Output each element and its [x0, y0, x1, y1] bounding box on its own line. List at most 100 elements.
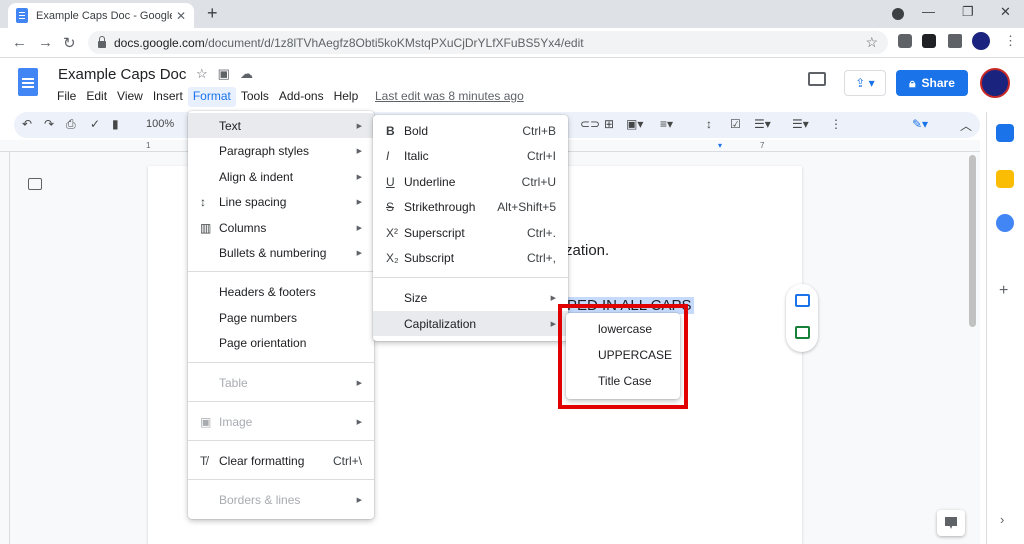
strikethrough-item[interactable]: S Strikethrough Alt+Shift+5 [373, 194, 568, 219]
format-page-orientation-item[interactable]: Page orientation [188, 330, 374, 355]
submenu-arrow-icon: ▶ [550, 294, 556, 302]
vertical-ruler[interactable] [0, 152, 10, 544]
extensions-puzzle-icon[interactable] [948, 34, 962, 48]
tab-close-icon[interactable]: ✕ [176, 9, 186, 23]
format-line-spacing-item[interactable]: ↕ Line spacing ▶ [188, 189, 374, 214]
document-title[interactable]: Example Caps Doc [58, 66, 186, 83]
submenu-arrow-icon: ▶ [550, 320, 556, 328]
browser-tab[interactable]: Example Caps Doc - Google Docs ✕ [8, 3, 194, 28]
calendar-icon[interactable] [996, 124, 1014, 142]
submenu-arrow-icon: ▶ [356, 198, 362, 206]
reload-button[interactable]: ↻ [63, 34, 76, 52]
docs-logo-icon[interactable] [18, 68, 38, 96]
underline-icon: U [386, 174, 395, 189]
subscript-item[interactable]: X₂ Subscript Ctrl+, [373, 245, 568, 270]
spellcheck-icon[interactable]: ✓ [90, 117, 100, 131]
indent-marker-icon[interactable]: ▾ [718, 141, 722, 150]
menu-help[interactable]: Help [329, 87, 364, 107]
checklist-icon[interactable]: ☑ [730, 117, 741, 131]
format-borders-lines-item: Borders & lines ▶ [219, 492, 362, 507]
paint-format-icon[interactable]: ▮ [112, 117, 119, 131]
comments-icon[interactable] [808, 72, 826, 86]
extension-icon[interactable] [898, 34, 912, 48]
last-edit-link[interactable]: Last edit was 8 minutes ago [375, 89, 524, 103]
format-bullets-item[interactable]: Bullets & numbering ▶ [188, 240, 374, 265]
menu-format[interactable]: Format [187, 87, 236, 107]
add-comment-icon[interactable] [795, 294, 810, 307]
present-icon: ⇪ ▾ [855, 76, 875, 90]
new-tab-button[interactable]: + [207, 3, 218, 24]
add-addon-icon[interactable]: + [999, 282, 1008, 300]
menu-tools[interactable]: Tools [236, 87, 274, 107]
bookmark-star-icon[interactable]: ☆ [865, 34, 878, 51]
ruler-mark: 7 [760, 141, 765, 150]
url-host: docs.google.com [114, 35, 205, 50]
menu-addons[interactable]: Add-ons [274, 87, 329, 107]
docs-favicon-icon [16, 8, 28, 23]
bulleted-list-icon[interactable]: ☰▾ [754, 117, 771, 131]
profile-indicator-icon[interactable] [892, 8, 904, 20]
star-icon[interactable]: ☆ [196, 66, 208, 82]
submenu-arrow-icon: ▶ [356, 418, 362, 426]
profile-avatar-icon[interactable] [972, 32, 990, 50]
size-item[interactable]: Size ▶ [373, 285, 568, 310]
shortcut-label: Ctrl+\ [332, 453, 362, 468]
link-icon[interactable]: ⊂⊃ [580, 117, 600, 131]
menu-edit[interactable]: Edit [81, 87, 112, 107]
format-clear-formatting-item[interactable]: T̸ Clear formatting Ctrl+\ [188, 448, 374, 473]
extension-icon[interactable] [922, 34, 936, 48]
superscript-item[interactable]: X² Superscript Ctrl+. [373, 220, 568, 245]
zoom-select[interactable]: 100% [146, 118, 174, 130]
account-avatar[interactable] [980, 68, 1010, 98]
url-path: /document/d/1z8lTVhAegfz8Obti5koKMstqPXu… [204, 35, 584, 50]
capitalization-item[interactable]: Capitalization ▶ [373, 311, 568, 336]
keep-icon[interactable] [996, 170, 1014, 188]
more-icon[interactable]: ⋮ [830, 117, 842, 131]
document-outline-icon[interactable] [28, 178, 42, 190]
format-text-item[interactable]: Text ▶ [188, 113, 374, 138]
line-spacing-icon[interactable]: ↕ [706, 117, 712, 131]
format-page-numbers-item[interactable]: Page numbers [188, 305, 374, 330]
print-icon[interactable]: ⎙ [66, 117, 76, 132]
explore-button[interactable] [937, 510, 965, 536]
minimize-button[interactable]: — [922, 4, 935, 19]
close-window-button[interactable]: ✕ [1000, 4, 1011, 20]
insert-image-icon[interactable]: ▣▾ [626, 117, 643, 131]
cloud-status-icon[interactable]: ☁ [240, 66, 253, 82]
scrollbar[interactable] [969, 155, 976, 327]
format-headers-footers-item[interactable]: Headers & footers [188, 279, 374, 304]
collapse-toolbar-icon[interactable]: ︿ [960, 117, 972, 134]
undo-icon[interactable]: ↶ [22, 117, 32, 131]
underline-item[interactable]: U Underline Ctrl+U [373, 169, 568, 194]
side-panel: + › [986, 112, 1024, 544]
address-bar[interactable]: docs.google.com /document/d/1z8lTVhAegfz… [88, 31, 888, 54]
tasks-icon[interactable] [996, 214, 1014, 232]
numbered-list-icon[interactable]: ☰▾ [792, 117, 809, 131]
format-columns-item[interactable]: ▥ Columns ▶ [188, 215, 374, 240]
suggest-edits-icon[interactable] [795, 326, 810, 339]
share-button[interactable]: 🔒︎ Share [896, 70, 968, 96]
editing-mode-icon[interactable]: ✎▾ [912, 117, 928, 131]
menu-file[interactable]: File [52, 87, 81, 107]
format-paragraph-styles-item[interactable]: Paragraph styles ▶ [188, 138, 374, 163]
redo-icon[interactable]: ↷ [44, 117, 54, 131]
format-table-item: Table ▶ [219, 375, 362, 390]
present-button[interactable]: ⇪ ▾ [844, 70, 886, 96]
lock-icon: 🔒︎ [909, 75, 916, 90]
forward-button[interactable]: → [38, 34, 53, 51]
browser-menu-icon[interactable]: ⋮ [1004, 33, 1017, 49]
menu-view[interactable]: View [112, 87, 148, 107]
lock-icon [98, 36, 106, 48]
menu-insert[interactable]: Insert [148, 87, 188, 107]
italic-item[interactable]: I Italic Ctrl+I [373, 143, 568, 168]
expand-panel-icon[interactable]: › [1000, 512, 1004, 527]
restore-button[interactable]: ❐ [962, 4, 974, 20]
add-comment-icon[interactable]: ⊞ [604, 117, 614, 131]
document-text[interactable]: zation. [565, 242, 609, 259]
move-folder-icon[interactable]: ▣ [218, 66, 230, 82]
bold-item[interactable]: B Bold Ctrl+B [373, 118, 568, 143]
tab-title: Example Caps Doc - Google Docs [36, 9, 172, 22]
align-icon[interactable]: ≡▾ [660, 117, 673, 131]
back-button[interactable]: ← [12, 34, 27, 51]
format-align-indent-item[interactable]: Align & indent ▶ [188, 164, 374, 189]
